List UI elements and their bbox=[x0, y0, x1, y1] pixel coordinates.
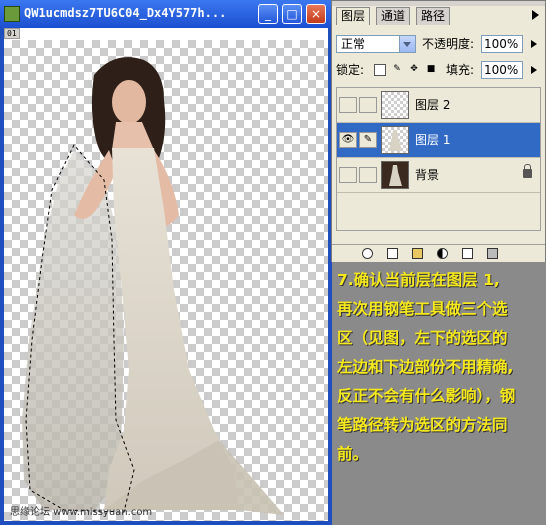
panel-bottom-toolbar bbox=[332, 244, 545, 262]
layer-name[interactable]: 图层 1 bbox=[415, 132, 450, 148]
layer-row-background[interactable]: 背景 bbox=[337, 158, 540, 193]
lock-brush-icon[interactable]: ✎ bbox=[391, 64, 403, 76]
lock-fill-row: 锁定: ✎ ✥ ■ 填充: 100% bbox=[336, 61, 541, 81]
add-mask-icon[interactable] bbox=[387, 248, 398, 259]
veil-shape bbox=[22, 150, 124, 510]
document-icon bbox=[4, 6, 20, 22]
layers-list: 图层 2 👁 ✎ 图层 1 背景 bbox=[336, 87, 541, 231]
fill-slider-arrow-icon[interactable] bbox=[531, 66, 537, 74]
instruction-line: 再次用钢笔工具做三个选 bbox=[337, 300, 508, 318]
adjustment-layer-icon[interactable] bbox=[437, 248, 448, 259]
document-content: 01 思缘论坛 www.missyuan.com bbox=[4, 28, 328, 521]
opacity-label: 不透明度: bbox=[422, 37, 475, 51]
layers-panel: 图层 通道 路径 正常 不透明度: 100% 锁定: ✎ ✥ ■ 填充: 100… bbox=[331, 0, 546, 262]
instruction-line: 7.确认当前层在图层 1, bbox=[337, 271, 500, 289]
instruction-line: 区（见图，左下的选区的 bbox=[337, 329, 508, 347]
layer-row-layer-2[interactable]: 图层 2 bbox=[337, 88, 540, 123]
layer-name[interactable]: 图层 2 bbox=[415, 97, 450, 113]
layer-row-layer-1[interactable]: 👁 ✎ 图层 1 bbox=[337, 123, 540, 158]
layer-name[interactable]: 背景 bbox=[415, 167, 439, 183]
link-toggle[interactable] bbox=[359, 167, 377, 183]
image-canvas[interactable] bbox=[4, 40, 328, 521]
lock-icon bbox=[523, 164, 532, 178]
layer-thumbnail bbox=[381, 161, 409, 189]
opacity-slider-arrow-icon[interactable] bbox=[531, 40, 537, 48]
new-layer-icon[interactable] bbox=[462, 248, 473, 259]
instruction-text: 7.确认当前层在图层 1, 再次用钢笔工具做三个选 区（见图，左下的选区的 左边… bbox=[337, 266, 542, 469]
lock-transparency-icon[interactable] bbox=[374, 64, 386, 76]
instruction-line: 左边和下边部份不用精确, bbox=[337, 358, 514, 376]
trash-icon[interactable] bbox=[487, 248, 498, 259]
blend-mode-select[interactable]: 正常 bbox=[336, 35, 416, 53]
instruction-line: 前。 bbox=[337, 445, 369, 463]
panel-grip[interactable] bbox=[332, 1, 545, 6]
document-window: QW1ucmdsz7TU6C04_Dx4Y577h... _ □ × 01 思缘… bbox=[0, 0, 332, 525]
document-title: QW1ucmdsz7TU6C04_Dx4Y577h... bbox=[24, 6, 227, 20]
woman-wedding-dress-image bbox=[22, 57, 284, 515]
tab-channels[interactable]: 通道 bbox=[376, 7, 411, 25]
lock-label: 锁定: bbox=[336, 63, 365, 77]
brush-icon[interactable]: ✎ bbox=[359, 132, 377, 148]
lock-move-icon[interactable]: ✥ bbox=[408, 64, 420, 76]
fill-field[interactable]: 100% bbox=[481, 61, 523, 79]
opacity-field[interactable]: 100% bbox=[481, 35, 523, 53]
document-title-bar[interactable]: QW1ucmdsz7TU6C04_Dx4Y577h... _ □ × bbox=[0, 0, 332, 28]
visibility-toggle[interactable] bbox=[339, 97, 357, 113]
new-group-icon[interactable] bbox=[412, 248, 423, 259]
instruction-line: 笔路径转为选区的方法同 bbox=[337, 416, 508, 434]
chevron-down-icon[interactable] bbox=[399, 36, 415, 52]
panel-tabs: 图层 通道 路径 bbox=[332, 7, 545, 25]
zoom-indicator: 01 bbox=[4, 28, 20, 39]
instruction-line: 反正不会有什么影响），钢 bbox=[337, 387, 516, 405]
layer-thumbnail bbox=[381, 126, 409, 154]
eye-icon[interactable]: 👁 bbox=[339, 132, 357, 148]
maximize-button[interactable]: □ bbox=[282, 4, 302, 24]
layer-style-icon[interactable] bbox=[362, 248, 373, 259]
close-button[interactable]: × bbox=[306, 4, 326, 24]
visibility-toggle[interactable] bbox=[339, 167, 357, 183]
panel-menu-icon[interactable] bbox=[532, 10, 539, 20]
face-shape bbox=[112, 80, 146, 124]
blend-opacity-row: 正常 不透明度: 100% bbox=[336, 35, 541, 55]
tab-paths[interactable]: 路径 bbox=[416, 7, 451, 25]
layer-thumbnail bbox=[381, 91, 409, 119]
watermark: 思缘论坛 www.missyuan.com bbox=[10, 507, 153, 518]
link-toggle[interactable] bbox=[359, 97, 377, 113]
minimize-button[interactable]: _ bbox=[258, 4, 278, 24]
blend-mode-value: 正常 bbox=[341, 37, 366, 51]
lock-all-icon[interactable]: ■ bbox=[425, 64, 437, 76]
tab-layers[interactable]: 图层 bbox=[336, 7, 371, 25]
fill-label: 填充: bbox=[446, 63, 475, 77]
